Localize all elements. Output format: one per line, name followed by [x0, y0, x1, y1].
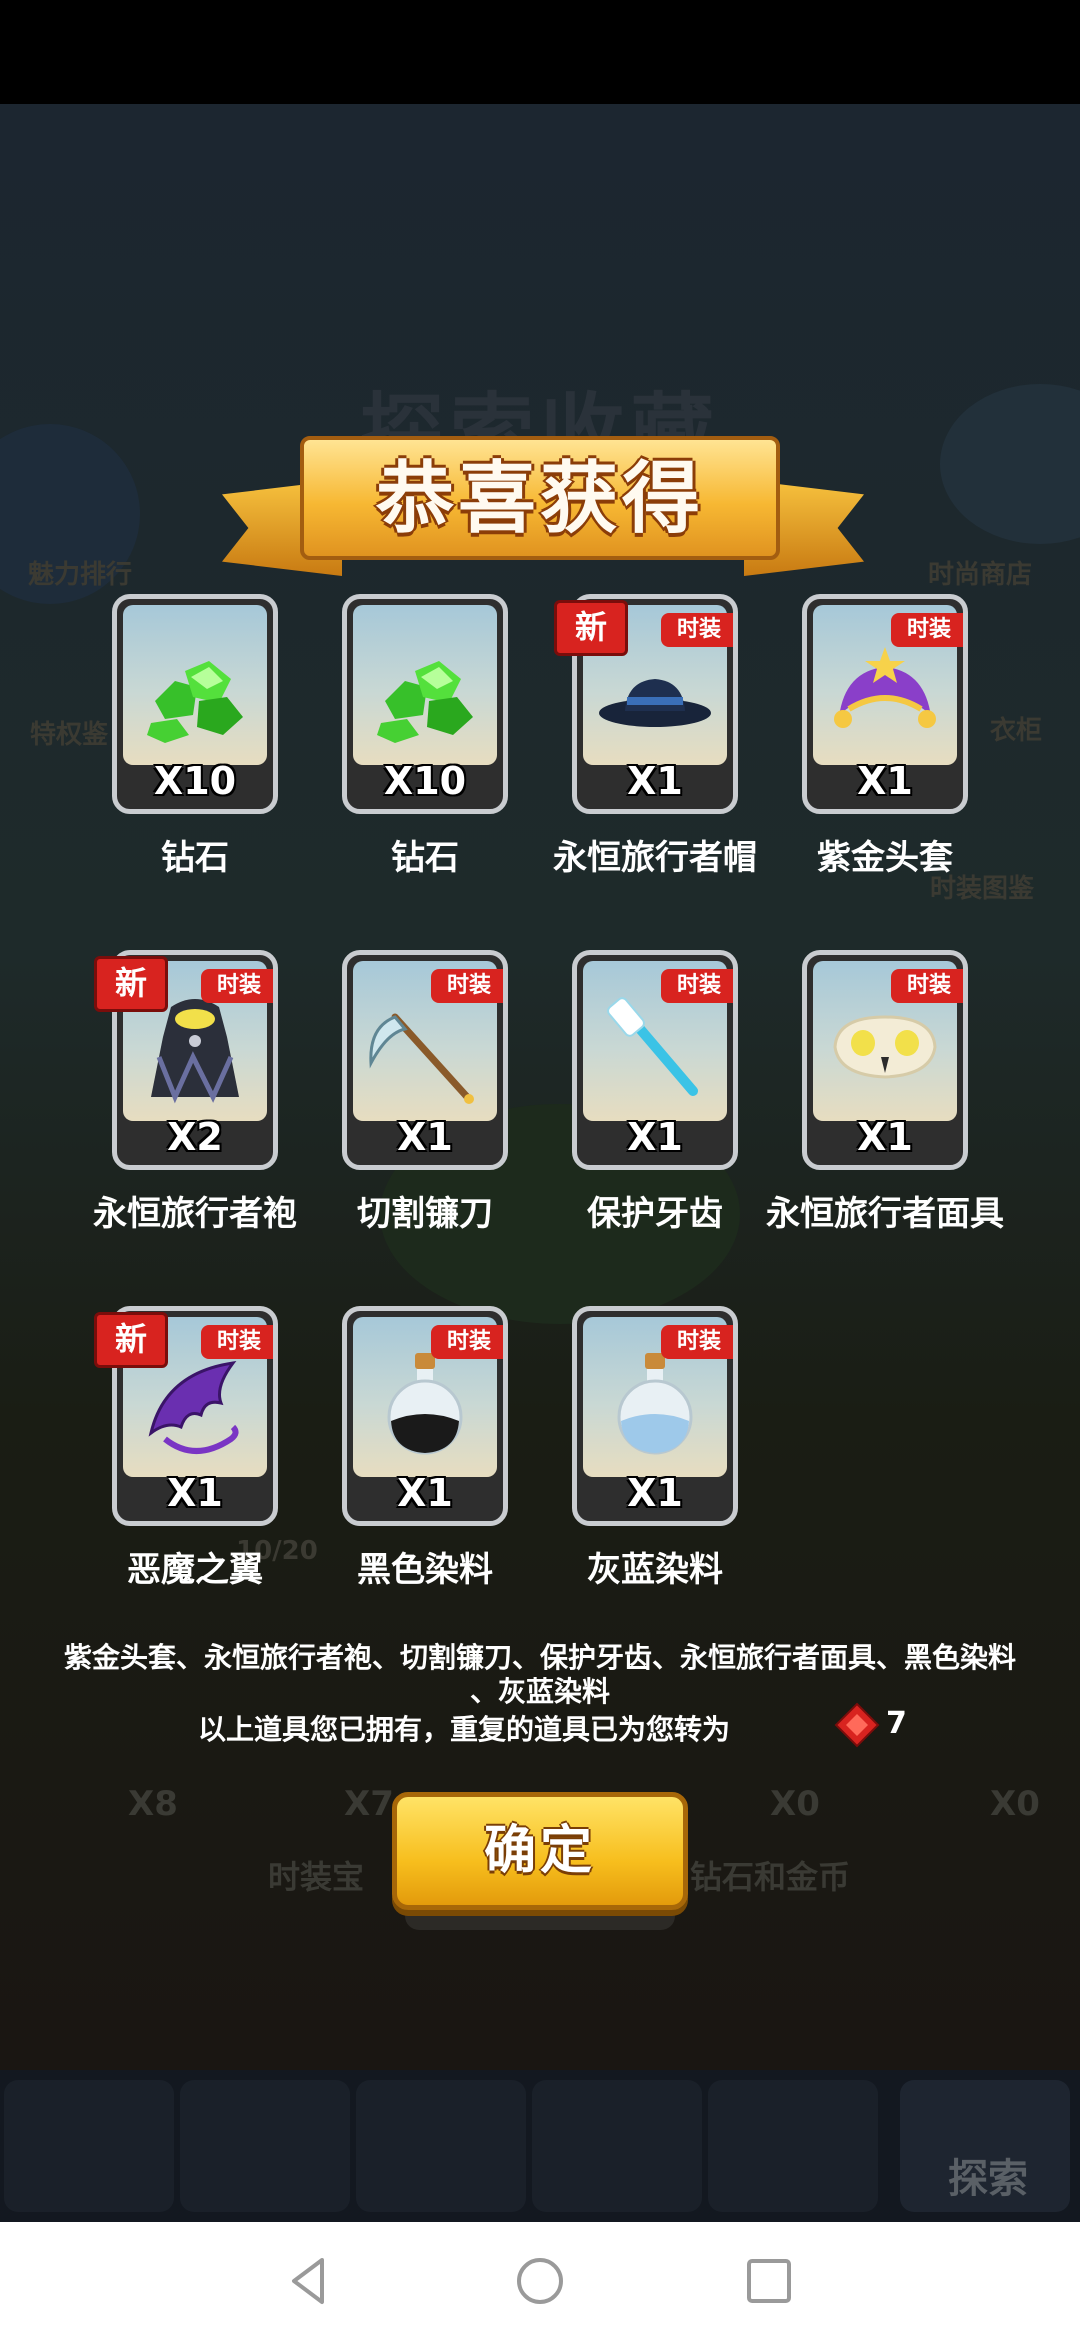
item-quantity: X1: [627, 759, 683, 803]
fashion-tag: 时装: [661, 613, 733, 647]
item-card: 时装 X1: [802, 950, 968, 1170]
item-card: X10: [112, 594, 278, 814]
bg-count-4: X0: [990, 1784, 1040, 1824]
new-tag: 新: [554, 600, 628, 656]
item-quantity: X1: [397, 1471, 453, 1515]
confirm-label: 确定: [483, 1821, 596, 1881]
fashion-tag: 时装: [201, 1325, 273, 1359]
item-quantity: X10: [153, 759, 237, 803]
item-quantity: X1: [167, 1471, 223, 1515]
nav-chest-icon: [4, 2080, 174, 2212]
diamond-pile-icon: [147, 661, 243, 743]
item-name: 紫金头套: [817, 838, 953, 878]
nav-knight-icon: [180, 2080, 350, 2212]
nav-clan-icon: [532, 2080, 702, 2212]
bg-count-2: X7: [344, 1784, 394, 1824]
system-nav-bar: [0, 2222, 1080, 2340]
status-bar: [0, 0, 1080, 104]
bg-label-privilege: 特权鉴: [30, 720, 109, 750]
converted-amount: 7: [886, 1706, 907, 1741]
black-dye-bottle-icon: [387, 1353, 463, 1455]
confirm-button[interactable]: 确定: [392, 1792, 688, 1910]
item-card: 时装 X1: [572, 950, 738, 1170]
nav-team-icon: [708, 2080, 878, 2212]
item-quantity: X1: [857, 1115, 913, 1159]
new-tag: 新: [94, 1312, 168, 1368]
nav-explore-label: 探索: [948, 2156, 1028, 2202]
fashion-tag: 时装: [431, 1325, 503, 1359]
bg-label-charm-rank: 魅力排行: [28, 560, 133, 590]
bg-bottom-nav: 探索: [0, 2070, 1080, 2222]
home-icon[interactable]: [507, 2248, 573, 2314]
traveler-mask-icon: [833, 1015, 937, 1079]
scythe-icon: [369, 1013, 474, 1104]
fashion-tag: 时装: [661, 1325, 733, 1359]
item-card: 时装 X1: [342, 1306, 508, 1526]
item-quantity: X2: [167, 1115, 223, 1159]
bg-label-fashion-shop: 时尚商店: [928, 560, 1033, 590]
toothbrush-icon: [607, 997, 698, 1096]
duplicate-items-line-2: 、灰蓝染料: [469, 1675, 610, 1708]
red-gem-icon: [834, 1702, 880, 1748]
gray-blue-dye-bottle-icon: [617, 1353, 693, 1455]
fashion-tag: 时装: [661, 969, 733, 1003]
item-quantity: X1: [397, 1115, 453, 1159]
item-quantity: X10: [383, 759, 467, 803]
item-quantity: X1: [627, 1471, 683, 1515]
bg-label-wardrobe: 衣柜: [990, 716, 1043, 746]
item-card: 时装 X1: [572, 1306, 738, 1526]
fashion-tag: 时装: [431, 969, 503, 1003]
fashion-tag: 时装: [891, 613, 963, 647]
recents-icon[interactable]: [736, 2248, 802, 2314]
fashion-tag: 时装: [891, 969, 963, 1003]
nav-battle-icon: [356, 2080, 526, 2212]
bg-text-right: 钻石和金币: [690, 1858, 851, 1896]
item-quantity: X1: [627, 1115, 683, 1159]
new-tag: 新: [94, 956, 168, 1012]
back-icon[interactable]: [276, 2248, 342, 2314]
item-name: 灰蓝染料: [587, 1550, 723, 1590]
bg-count-1: X8: [128, 1784, 178, 1824]
item-card: X10: [342, 594, 508, 814]
bg-count-3: X0: [770, 1784, 820, 1824]
item-quantity: X1: [857, 759, 913, 803]
diamond-pile-icon: [377, 661, 473, 743]
dialog-title: 恭喜获得: [375, 454, 704, 544]
item-name: 永恒旅行者面具: [766, 1194, 1004, 1234]
purple-gold-headpiece-icon: [834, 647, 936, 728]
item-card: 时装 X1: [342, 950, 508, 1170]
fashion-tag: 时装: [201, 969, 273, 1003]
bg-text-left: 时装宝: [268, 1858, 365, 1896]
item-card: 时装 X1: [802, 594, 968, 814]
